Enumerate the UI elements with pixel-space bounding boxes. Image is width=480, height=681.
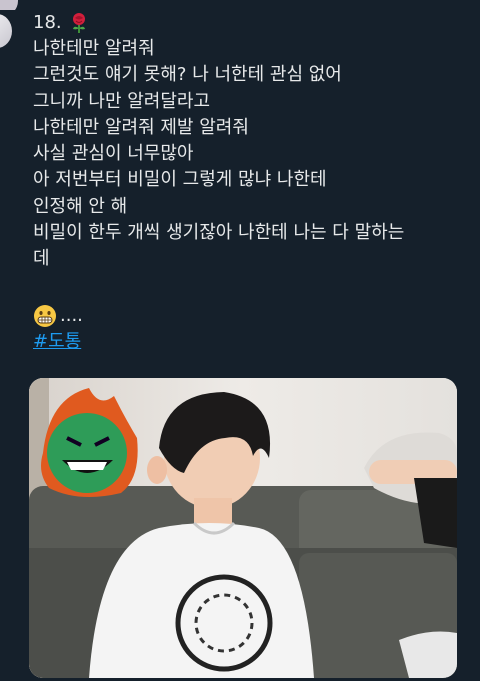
media-thumbnail[interactable]: [29, 378, 457, 678]
tweet-text: 나한테만 알려줘 그런것도 얘기 못해? 나 너한테 관심 없어 그니까 나만 …: [33, 36, 473, 273]
tweet-line: 그니까 나만 알려달라고: [33, 90, 211, 112]
tweet-line: 데: [33, 248, 50, 270]
avatar[interactable]: [0, 0, 18, 10]
tweet-line: 나한테만 알려줘 제발 알려줘: [33, 116, 249, 138]
tweet-line: 인정해 안 해: [33, 195, 128, 217]
tweet-number-line: 18.: [33, 10, 473, 36]
tweet-line: 아 저번부터 비밀이 그렇게 많냐 나한테: [33, 169, 327, 191]
rose-icon: [70, 12, 88, 34]
hashtag-link[interactable]: #도통: [33, 329, 81, 355]
tweet-line: 그런것도 얘기 못해? 나 너한테 관심 없어: [33, 64, 342, 86]
tweet-line: 비밀이 한두 개씩 생기잖아 나한테 나는 다 말하는: [33, 222, 405, 244]
tweet-line: 나한테만 알려줘: [33, 38, 155, 59]
tweet-line: 사실 관심이 너무많아: [33, 143, 194, 165]
author-avatar[interactable]: [0, 14, 12, 48]
ellipsis-text: ....: [60, 305, 83, 327]
tweet-number: 18.: [33, 12, 62, 33]
grimacing-face-icon: [33, 304, 57, 328]
tweet-body: 18. 나한테만 알려줘 그런것도 얘기 못해? 나 너한테 관심 없어 그니까…: [33, 10, 473, 355]
emoji-line: ....: [33, 303, 473, 329]
previous-tweet-header: [0, 0, 480, 10]
